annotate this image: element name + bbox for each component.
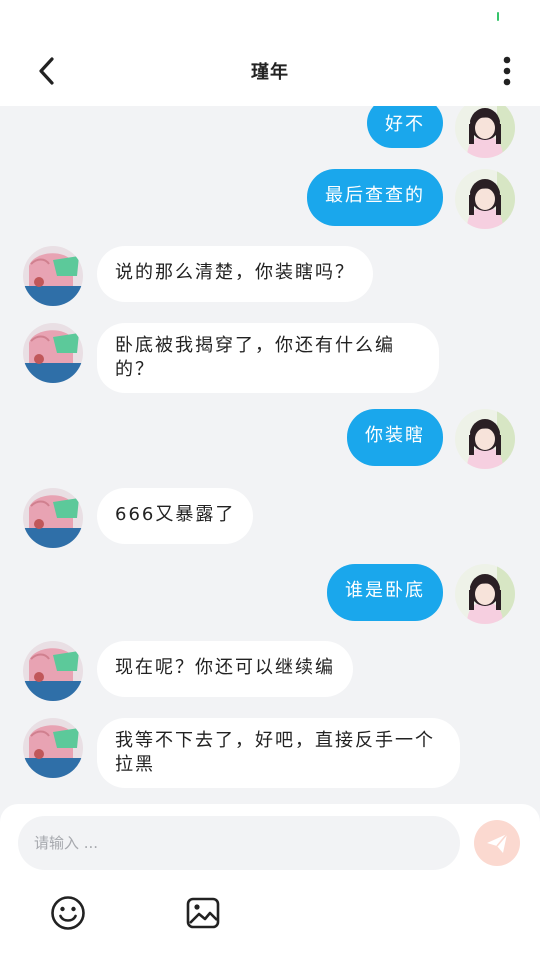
contact-avatar[interactable] xyxy=(23,323,83,383)
avatar[interactable] xyxy=(455,169,515,229)
message-bubble[interactable]: 你装瞎 xyxy=(347,409,443,466)
contact-avatar[interactable] xyxy=(23,718,83,778)
message-bubble[interactable]: 好不 xyxy=(367,106,443,148)
page-title: 瑾年 xyxy=(251,62,289,83)
user-avatar-image xyxy=(455,564,515,624)
send-button[interactable] xyxy=(474,820,520,866)
contact-avatar[interactable] xyxy=(23,641,83,701)
message-bubble[interactable]: 我等不下去了，好吧，直接反手一个拉黑 xyxy=(97,718,460,788)
image-icon xyxy=(186,897,220,929)
contact-avatar-image xyxy=(23,488,83,548)
smiley-icon xyxy=(51,896,85,930)
paper-plane-icon xyxy=(487,833,508,853)
avatar[interactable] xyxy=(455,409,515,469)
message-bubble[interactable]: 说的那么清楚，你装瞎吗？ xyxy=(97,246,373,302)
image-picker-button[interactable] xyxy=(184,894,222,932)
contact-avatar-image xyxy=(23,323,83,383)
message-bubble[interactable]: 最后查查的 xyxy=(307,169,443,226)
message-bubble[interactable]: 666又暴露了 xyxy=(97,488,254,544)
user-avatar-image xyxy=(455,169,515,229)
contact-avatar-image xyxy=(23,718,83,778)
message-bubble[interactable]: 卧底被我揭穿了，你还有什么编的？ xyxy=(97,323,439,393)
message-bubble[interactable]: 谁是卧底 xyxy=(327,564,443,621)
message-bubble[interactable]: 现在呢？你还可以继续编 xyxy=(97,641,353,697)
chat-header: 瑾年 xyxy=(0,36,540,106)
avatar[interactable] xyxy=(455,564,515,624)
contact-avatar[interactable] xyxy=(23,488,83,548)
user-avatar-image xyxy=(455,106,515,158)
contact-avatar-image xyxy=(23,246,83,306)
contact-avatar-image xyxy=(23,641,83,701)
contact-avatar[interactable] xyxy=(23,246,83,306)
composer-panel xyxy=(0,804,540,960)
signal-indicator-icon xyxy=(497,12,499,21)
emoji-button[interactable] xyxy=(49,894,87,932)
more-options-button[interactable] xyxy=(492,54,522,88)
more-vertical-icon xyxy=(503,56,511,86)
message-input[interactable] xyxy=(18,816,460,870)
avatar[interactable] xyxy=(455,106,515,158)
message-list[interactable]: 好不 最后查查的 说的那么清楚，你装瞎吗？ 卧底被我揭穿了，你还有什么编的？ 你… xyxy=(0,106,540,804)
status-bar xyxy=(0,0,540,36)
user-avatar-image xyxy=(455,409,515,469)
